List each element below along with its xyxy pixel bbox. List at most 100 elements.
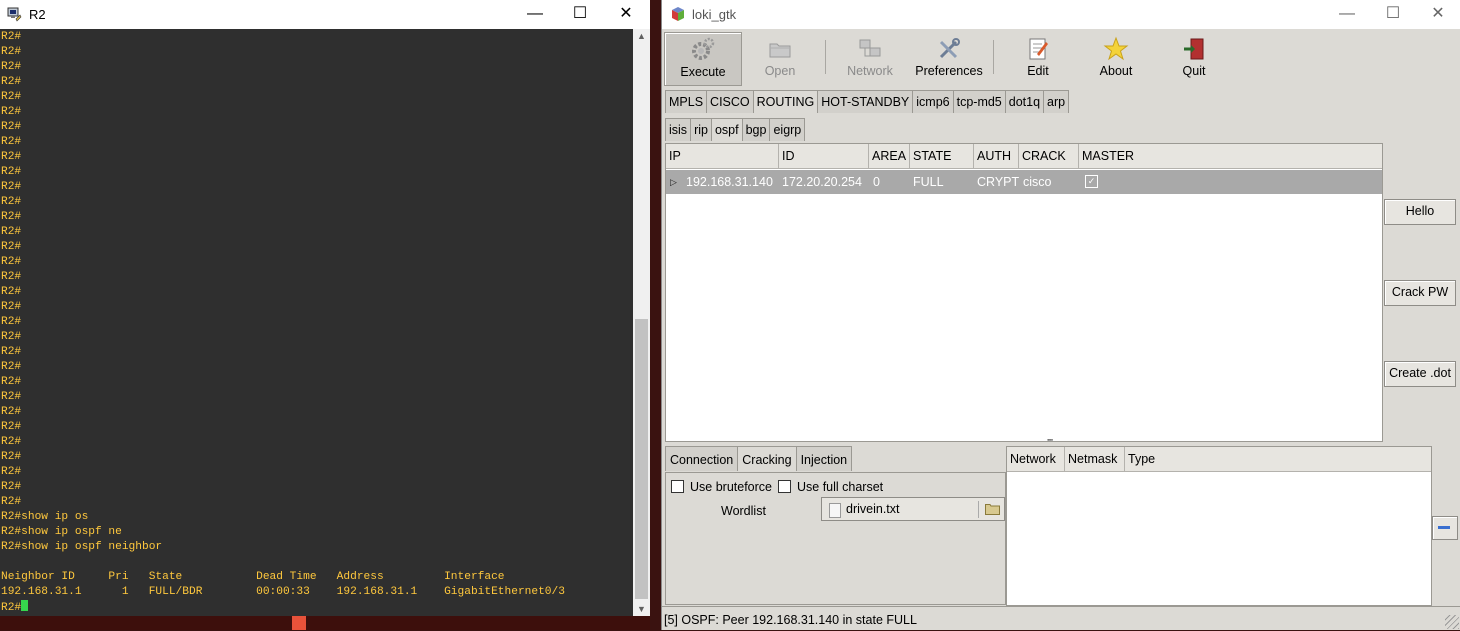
column-crack[interactable]: CRACK (1019, 144, 1079, 168)
scroll-down-arrow-icon[interactable]: ▼ (633, 604, 650, 614)
terminal-output[interactable]: R2# R2# R2# R2# R2# R2# R2# R2# R2# R2# R2# R2# R2# R… (0, 29, 633, 616)
terminal-line: R2# (1, 466, 22, 478)
tab-cracking[interactable]: Cracking (737, 446, 797, 471)
wordlist-file-chooser[interactable]: drivein.txt (821, 497, 1005, 521)
network-button[interactable]: Network (832, 32, 908, 84)
terminal-line: R2# (1, 301, 22, 313)
use-bruteforce-checkbox[interactable]: Use bruteforce (671, 480, 772, 494)
open-button[interactable]: Open (742, 32, 818, 84)
close-button[interactable]: ✕ (603, 0, 649, 29)
preferences-button[interactable]: Preferences (910, 32, 988, 84)
remove-network-button[interactable] (1432, 516, 1458, 540)
hello-button[interactable]: Hello (1384, 199, 1456, 225)
terminal-line: R2# (1, 271, 22, 283)
terminal-line: R2# (1, 136, 22, 148)
tab-mpls[interactable]: MPLS (665, 90, 708, 113)
tab-tcp-md5[interactable]: tcp-md5 (952, 90, 1006, 113)
resize-grip-icon[interactable] (1445, 615, 1459, 629)
terminal-window: R2 — ☐ ✕ R2# R2# R2# R2# R2# R2# R2# R2# R2# R2# R… (0, 0, 650, 630)
column-auth[interactable]: AUTH (974, 144, 1019, 168)
tab-isis[interactable]: isis (665, 118, 692, 141)
column-ip[interactable]: IP (666, 144, 779, 168)
column-master[interactable]: MASTER (1079, 144, 1382, 168)
tab-eigrp[interactable]: eigrp (769, 118, 806, 141)
terminal-line: R2# (1, 61, 22, 73)
table-row[interactable]: ▷ 192.168.31.140 172.20.20.254 0 FULL CR… (666, 170, 1382, 194)
putty-icon (7, 7, 22, 22)
terminal-line: R2# (1, 211, 22, 223)
preferences-label: Preferences (915, 64, 983, 78)
network-icon (859, 39, 881, 57)
terminal-line: R2# (1, 346, 22, 358)
scroll-up-arrow-icon[interactable]: ▲ (633, 31, 650, 41)
loki-maximize-button[interactable]: ☐ (1370, 0, 1416, 29)
terminal-line: R2# (1, 31, 22, 43)
column-type[interactable]: Type (1125, 447, 1431, 472)
master-checkbox[interactable]: ✓ (1085, 175, 1098, 188)
tab-icmp6[interactable]: icmp6 (912, 90, 954, 113)
create-dot-button[interactable]: Create .dot (1384, 361, 1456, 387)
use-full-charset-checkbox[interactable]: Use full charset (778, 480, 883, 494)
pane-resize-handle[interactable]: '''''''''' (1047, 439, 1079, 447)
column-netmask[interactable]: Netmask (1065, 447, 1125, 472)
quit-label: Quit (1182, 64, 1206, 78)
about-button[interactable]: About (1078, 32, 1154, 84)
crack-pw-button[interactable]: Crack PW (1384, 280, 1456, 306)
tab-hot-standby[interactable]: HOT-STANDBY (817, 90, 914, 113)
network-table[interactable]: Network Netmask Type (1006, 446, 1432, 606)
ospf-peer-table[interactable]: IP ID AREA STATE AUTH CRACK MASTER ▷ 192… (665, 143, 1383, 442)
protocol-tabs: MPLS CISCO ROUTING HOT-STANDBY icmp6 tcp… (665, 90, 1070, 114)
row-id: 172.20.20.254 (782, 175, 862, 189)
checkbox-box[interactable] (778, 480, 791, 493)
quit-button[interactable]: Quit (1156, 32, 1232, 84)
terminal-line: R2# (1, 436, 22, 448)
tab-routing[interactable]: ROUTING (752, 90, 819, 113)
terminal-line: R2#show ip ospf neighbor (1, 541, 163, 553)
column-id[interactable]: ID (779, 144, 869, 168)
edit-button[interactable]: Edit (1000, 32, 1076, 84)
scrollbar-thumb[interactable] (635, 319, 648, 599)
minus-icon (1438, 526, 1450, 529)
terminal-line: Neighbor ID Pri State Dead Time Address … (1, 571, 505, 583)
gtk-cube-icon (672, 7, 684, 21)
use-bruteforce-label: Use bruteforce (690, 480, 772, 494)
loki-minimize-button[interactable]: — (1324, 0, 1370, 29)
tab-injection[interactable]: Injection (795, 446, 853, 471)
tab-ospf[interactable]: ospf (710, 118, 743, 141)
loki-titlebar[interactable]: loki_gtk — ☐ ✕ (662, 0, 1460, 29)
terminal-line: R2# (1, 121, 22, 133)
checkbox-box[interactable] (671, 480, 684, 493)
tab-cisco[interactable]: CISCO (706, 90, 754, 113)
execute-button[interactable]: Execute (664, 32, 742, 86)
terminal-line: R2#show ip ospf ne (1, 526, 122, 538)
minimize-button[interactable]: — (512, 0, 558, 29)
tab-arp[interactable]: arp (1043, 90, 1070, 113)
loki-close-button[interactable]: ✕ (1415, 0, 1460, 29)
edit-label: Edit (1027, 64, 1049, 78)
terminal-line: R2# (1, 331, 22, 343)
terminal-scrollbar[interactable]: ▲ ▼ (633, 29, 650, 616)
execute-label: Execute (680, 65, 726, 79)
folder-open-icon (769, 43, 791, 58)
column-network[interactable]: Network (1007, 447, 1065, 472)
row-auth: CRYPT (977, 175, 1020, 189)
status-text: [5] OSPF: Peer 192.168.31.140 in state F… (664, 613, 917, 627)
terminal-text: R2# R2# R2# R2# R2# R2# R2# R2# R2# R2# R2# R2# R2# R… (1, 30, 565, 616)
tab-dot1q[interactable]: dot1q (1004, 90, 1045, 113)
desktop-background (0, 616, 650, 630)
terminal-line: 192.168.31.1 1 FULL/BDR 00:00:33 192.168… (1, 586, 565, 598)
expander-arrow-icon[interactable]: ▷ (670, 170, 677, 194)
column-state[interactable]: STATE (910, 144, 974, 168)
terminal-line: R2# (1, 286, 22, 298)
use-full-charset-label: Use full charset (797, 480, 884, 494)
column-area[interactable]: AREA (869, 144, 910, 168)
terminal-line: R2#show ip os (1, 511, 89, 523)
star-icon (1103, 36, 1129, 61)
tab-connection[interactable]: Connection (665, 446, 739, 471)
terminal-line: R2# (1, 76, 22, 88)
tab-rip[interactable]: rip (690, 118, 712, 141)
terminal-titlebar[interactable]: R2 — ☐ ✕ (0, 0, 650, 29)
tab-bgp[interactable]: bgp (741, 118, 771, 141)
table-header: IP ID AREA STATE AUTH CRACK MASTER (666, 144, 1382, 169)
maximize-button[interactable]: ☐ (557, 0, 603, 29)
